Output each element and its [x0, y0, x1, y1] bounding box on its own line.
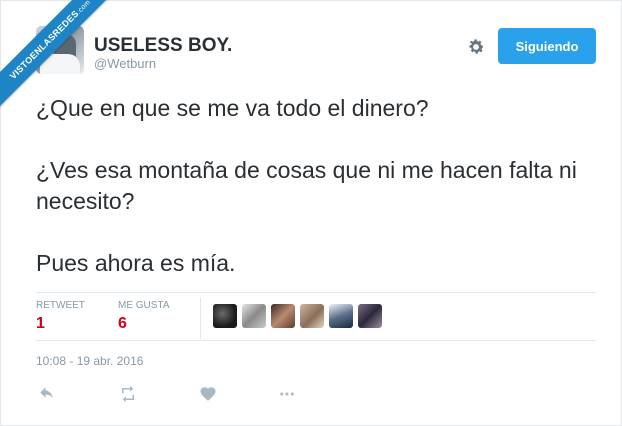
tweet-paragraph: ¿Ves esa montaña de cosas que ni me hace… — [36, 157, 577, 214]
watermark-suffix: .com — [75, 0, 93, 16]
retweet-count[interactable]: 1 — [36, 315, 45, 333]
gear-icon[interactable] — [466, 37, 486, 57]
liker-avatar[interactable] — [329, 304, 353, 328]
retweet-label[interactable]: RETWEET — [36, 300, 85, 311]
liker-avatar[interactable] — [271, 304, 295, 328]
reply-icon[interactable] — [37, 385, 57, 403]
divider — [36, 292, 596, 293]
tweet-paragraph: ¿Que en que se me va todo el dinero? — [36, 95, 429, 121]
retweet-icon[interactable] — [117, 385, 139, 403]
liker-avatar[interactable] — [213, 304, 237, 328]
likes-label[interactable]: ME GUSTA — [118, 300, 169, 311]
liker-avatar[interactable] — [358, 304, 382, 328]
liker-avatar[interactable] — [242, 304, 266, 328]
likes-count[interactable]: 6 — [118, 315, 127, 333]
liker-avatar[interactable] — [300, 304, 324, 328]
divider — [36, 340, 596, 341]
likers-avatars — [213, 304, 382, 328]
following-button[interactable]: Siguiendo — [498, 28, 596, 64]
tweet-text: ¿Que en que se me va todo el dinero? ¿Ve… — [36, 93, 596, 279]
like-icon[interactable] — [198, 385, 218, 403]
user-handle[interactable]: @Wetburn — [94, 56, 156, 71]
stats-separator — [200, 297, 201, 339]
tweet-paragraph: Pues ahora es mía. — [36, 250, 236, 276]
tweet-card: VISTOENLASREDES.com USELESS BOY. @Wetbur… — [0, 0, 622, 426]
timestamp[interactable]: 10:08 - 19 abr. 2016 — [36, 354, 143, 368]
more-icon[interactable] — [277, 385, 297, 403]
display-name[interactable]: USELESS BOY. — [94, 35, 232, 57]
